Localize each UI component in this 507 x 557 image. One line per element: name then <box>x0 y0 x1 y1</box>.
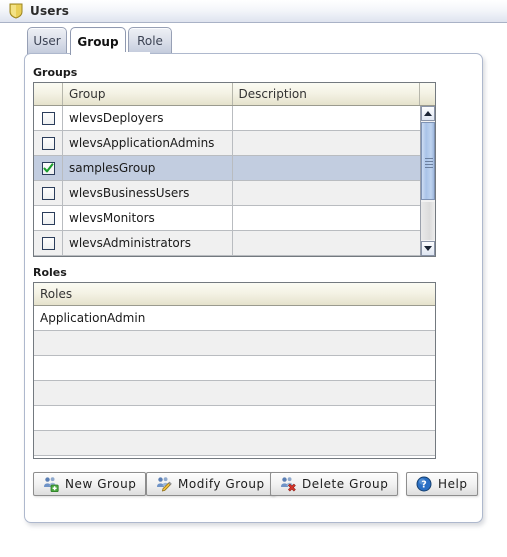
group-description-cell <box>233 156 422 181</box>
tab-user-label: User <box>33 34 61 48</box>
checkbox-icon[interactable] <box>41 136 55 150</box>
roles-table-body: ApplicationAdmin <box>34 306 435 456</box>
users-add-icon <box>44 477 59 492</box>
group-name-cell: wlevsApplicationAdmins <box>63 131 233 156</box>
row-checkbox-cell[interactable] <box>34 206 63 231</box>
group-name-cell: wlevsBusinessUsers <box>63 181 233 206</box>
tab-group-label: Group <box>77 34 119 49</box>
checkbox-checked-icon[interactable] <box>41 161 55 175</box>
roles-table[interactable]: Roles ApplicationAdmin <box>33 282 436 459</box>
table-row[interactable]: wlevsBusinessUsers <box>34 181 435 206</box>
roles-section-title: Roles <box>33 266 67 279</box>
role-name-cell <box>34 331 435 356</box>
group-name-cell: samplesGroup <box>63 156 233 181</box>
role-name-cell <box>34 406 435 431</box>
table-row[interactable] <box>34 406 435 431</box>
new-group-button[interactable]: New Group <box>33 472 147 496</box>
table-row[interactable]: samplesGroup <box>34 156 435 181</box>
help-icon: ? <box>416 476 432 492</box>
roles-table-header: Roles <box>34 283 435 306</box>
checkbox-icon[interactable] <box>41 111 55 125</box>
tab-role-label: Role <box>137 34 163 48</box>
group-description-cell <box>233 231 422 256</box>
window-titlebar: Users <box>0 0 507 23</box>
svg-text:?: ? <box>421 480 427 491</box>
scrollbar-track[interactable] <box>421 202 435 240</box>
delete-group-label: Delete Group <box>302 477 389 491</box>
table-row[interactable]: wlevsDeployers <box>34 106 435 131</box>
group-name-cell: wlevsAdministrators <box>63 231 233 256</box>
table-row[interactable] <box>34 381 435 406</box>
help-label: Help <box>438 477 468 491</box>
group-name-cell: wlevsMonitors <box>63 206 233 231</box>
help-button[interactable]: ? Help <box>406 472 478 496</box>
scrollbar-grip-icon <box>425 156 433 168</box>
groups-table-header: Group Description <box>34 83 435 106</box>
groups-col-spacer <box>420 83 435 105</box>
new-group-label: New Group <box>65 477 137 491</box>
groups-section-title: Groups <box>33 66 78 79</box>
role-name-cell <box>34 381 435 406</box>
row-checkbox-cell[interactable] <box>34 106 63 131</box>
groups-table[interactable]: Group Description wlevsDeployers wlevsApp… <box>33 82 436 257</box>
group-description-cell <box>233 131 422 156</box>
tab-user[interactable]: User <box>27 27 67 54</box>
row-checkbox-cell[interactable] <box>34 231 63 256</box>
tab-bar: User Group Role <box>0 24 507 55</box>
role-name-cell <box>34 431 435 456</box>
scroll-up-icon[interactable] <box>421 106 435 121</box>
delete-group-button[interactable]: Delete Group <box>270 472 399 496</box>
checkbox-icon[interactable] <box>41 211 55 225</box>
groups-col-group: Group <box>63 83 233 105</box>
groups-vertical-scrollbar[interactable] <box>420 106 435 256</box>
scrollbar-thumb[interactable] <box>421 122 435 200</box>
checkbox-icon[interactable] <box>41 236 55 250</box>
window-title: Users <box>30 4 70 18</box>
group-name-cell: wlevsDeployers <box>63 106 233 131</box>
row-checkbox-cell[interactable] <box>34 131 63 156</box>
table-row[interactable]: wlevsApplicationAdmins <box>34 131 435 156</box>
group-description-cell <box>233 181 422 206</box>
group-description-cell <box>233 206 422 231</box>
table-row[interactable] <box>34 331 435 356</box>
row-checkbox-cell[interactable] <box>34 156 63 181</box>
role-name-cell: ApplicationAdmin <box>34 306 435 331</box>
table-row[interactable]: wlevsAdministrators <box>34 231 435 256</box>
modify-group-label: Modify Group <box>178 477 265 491</box>
groups-col-check <box>34 83 63 105</box>
modify-group-button[interactable]: Modify Group <box>146 472 275 496</box>
active-tab-seam <box>100 52 150 55</box>
table-row[interactable] <box>34 431 435 456</box>
group-description-cell <box>233 106 422 131</box>
table-row[interactable]: ApplicationAdmin <box>34 306 435 331</box>
groups-col-desc: Description <box>233 83 421 105</box>
group-tab-panel: Groups Group Description wlevsDeployers w… <box>24 53 483 523</box>
scroll-down-icon[interactable] <box>421 241 435 256</box>
table-row[interactable] <box>34 356 435 381</box>
tab-group[interactable]: Group <box>70 27 126 55</box>
role-name-cell <box>34 356 435 381</box>
row-checkbox-cell[interactable] <box>34 181 63 206</box>
tab-role[interactable]: Role <box>128 27 172 54</box>
users-delete-icon <box>281 477 296 492</box>
checkbox-icon[interactable] <box>41 186 55 200</box>
roles-col-roles: Roles <box>40 287 73 301</box>
users-edit-icon <box>157 477 172 492</box>
table-row[interactable]: wlevsMonitors <box>34 206 435 231</box>
groups-table-body: wlevsDeployers wlevsApplicationAdmins samp… <box>34 106 435 256</box>
shield-icon <box>9 3 23 19</box>
